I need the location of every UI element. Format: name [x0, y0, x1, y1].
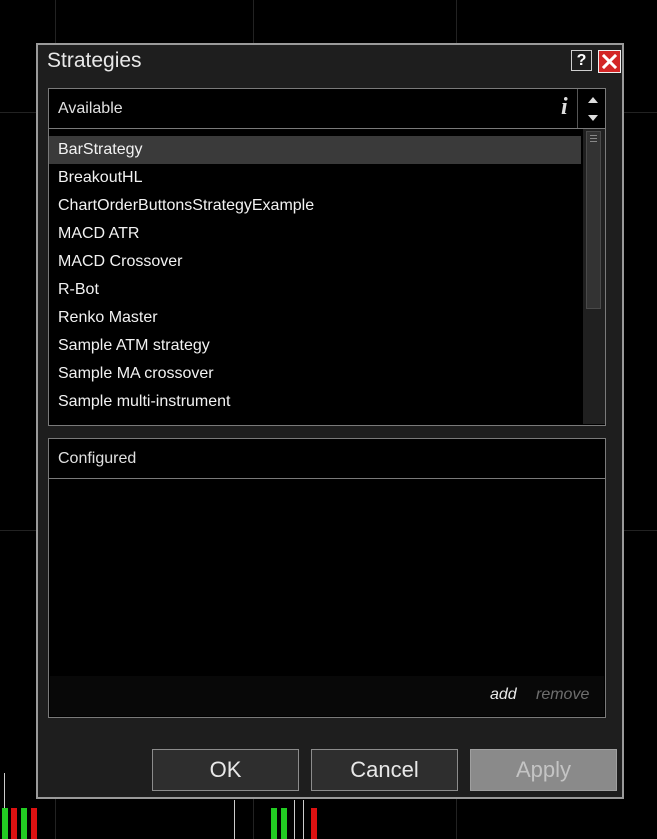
- list-item[interactable]: BreakoutHL: [49, 164, 581, 192]
- candle-wick: [234, 800, 235, 839]
- strategies-dialog: Strategies ? Available i BarStrategy Bre…: [36, 43, 624, 799]
- grip-line: [590, 135, 597, 136]
- configured-header: Configured: [49, 439, 605, 479]
- candle-wick: [294, 800, 295, 839]
- grip-line: [590, 141, 597, 142]
- list-item[interactable]: MACD ATR: [49, 220, 581, 248]
- close-button[interactable]: [598, 50, 621, 73]
- dialog-title: Strategies: [47, 49, 142, 72]
- available-header: Available i: [49, 89, 605, 129]
- list-item[interactable]: MACD Crossover: [49, 248, 581, 276]
- list-item[interactable]: Sample ATM strategy: [49, 332, 581, 360]
- help-button[interactable]: ?: [571, 50, 592, 71]
- dialog-titlebar[interactable]: Strategies ?: [38, 45, 622, 77]
- list-item[interactable]: Renko Master: [49, 304, 581, 332]
- cancel-button[interactable]: Cancel: [311, 749, 458, 791]
- candle-up: [21, 808, 27, 839]
- list-item[interactable]: ChartOrderButtonsStrategyExample: [49, 192, 581, 220]
- ok-button[interactable]: OK: [152, 749, 299, 791]
- candle-down: [311, 808, 317, 839]
- grip-line: [590, 138, 597, 139]
- candle-up: [281, 808, 287, 839]
- available-list: BarStrategy BreakoutHL ChartOrderButtons…: [49, 136, 581, 416]
- candle-down: [31, 808, 37, 839]
- configured-footer: add remove: [50, 676, 604, 716]
- list-item[interactable]: BarStrategy: [49, 136, 581, 164]
- configured-panel: Configured add remove: [48, 438, 606, 718]
- list-item[interactable]: Sample multi-instrument: [49, 388, 581, 416]
- list-item[interactable]: R-Bot: [49, 276, 581, 304]
- apply-button[interactable]: Apply: [470, 749, 617, 791]
- candle-up: [271, 808, 277, 839]
- scroll-up-icon[interactable]: [584, 92, 602, 108]
- configured-list[interactable]: [49, 479, 605, 675]
- remove-link[interactable]: remove: [536, 686, 589, 704]
- available-panel: Available i BarStrategy BreakoutHL Chart…: [48, 88, 606, 426]
- candle-up: [2, 808, 8, 839]
- scroll-down-icon[interactable]: [584, 110, 602, 126]
- configured-title: Configured: [58, 450, 137, 467]
- available-scrollbar[interactable]: [583, 129, 605, 424]
- close-icon: [602, 54, 617, 69]
- candle-down: [11, 808, 17, 839]
- list-item[interactable]: Sample MA crossover: [49, 360, 581, 388]
- scrollbar-thumb[interactable]: [586, 131, 601, 309]
- divider: [577, 89, 578, 128]
- add-link[interactable]: add: [490, 686, 517, 704]
- available-title: Available: [58, 100, 123, 117]
- candle-wick: [303, 800, 304, 839]
- info-icon[interactable]: i: [561, 94, 568, 121]
